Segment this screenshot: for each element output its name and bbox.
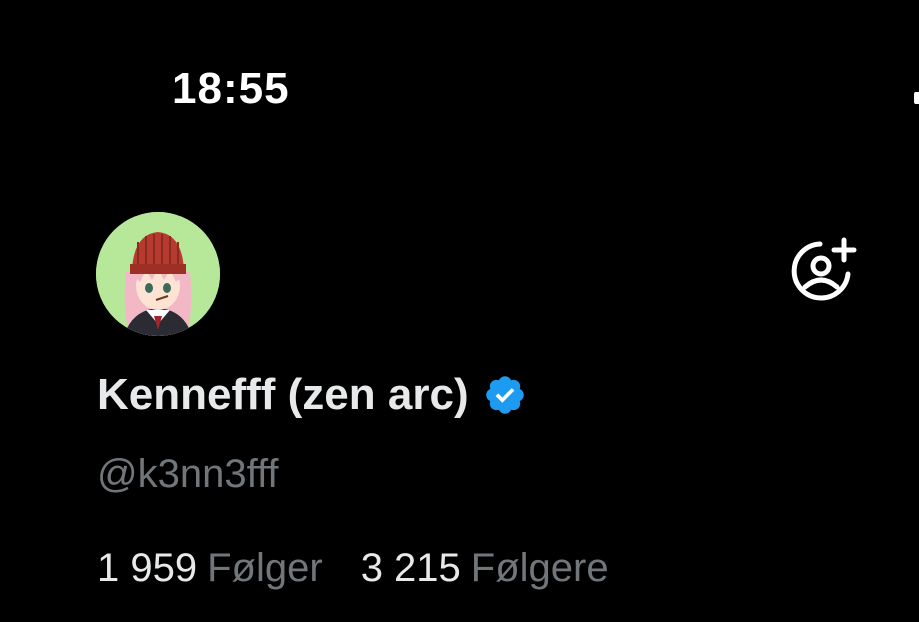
followers-label: Følgere bbox=[470, 546, 609, 590]
profile-stats: 1 959 Følger 3 215 Følgere bbox=[97, 546, 609, 591]
avatar[interactable] bbox=[96, 212, 220, 336]
followers-count: 3 215 bbox=[360, 546, 461, 590]
verified-badge-icon[interactable] bbox=[483, 373, 527, 417]
following-stat[interactable]: 1 959 Følger bbox=[97, 546, 323, 591]
following-count: 1 959 bbox=[97, 546, 198, 590]
profile-handle: @k3nn3fff bbox=[97, 452, 279, 496]
display-name: Kennefff (zen arc) bbox=[97, 370, 469, 419]
following-label: Følger bbox=[207, 546, 323, 590]
avatar-image bbox=[96, 212, 220, 336]
status-time: 18:55 bbox=[172, 64, 290, 113]
profile-name-row: Kennefff (zen arc) bbox=[97, 370, 527, 420]
followers-stat[interactable]: 3 215 Følgere bbox=[361, 546, 609, 591]
battery-icon bbox=[914, 92, 919, 104]
add-person-icon[interactable] bbox=[790, 236, 860, 306]
